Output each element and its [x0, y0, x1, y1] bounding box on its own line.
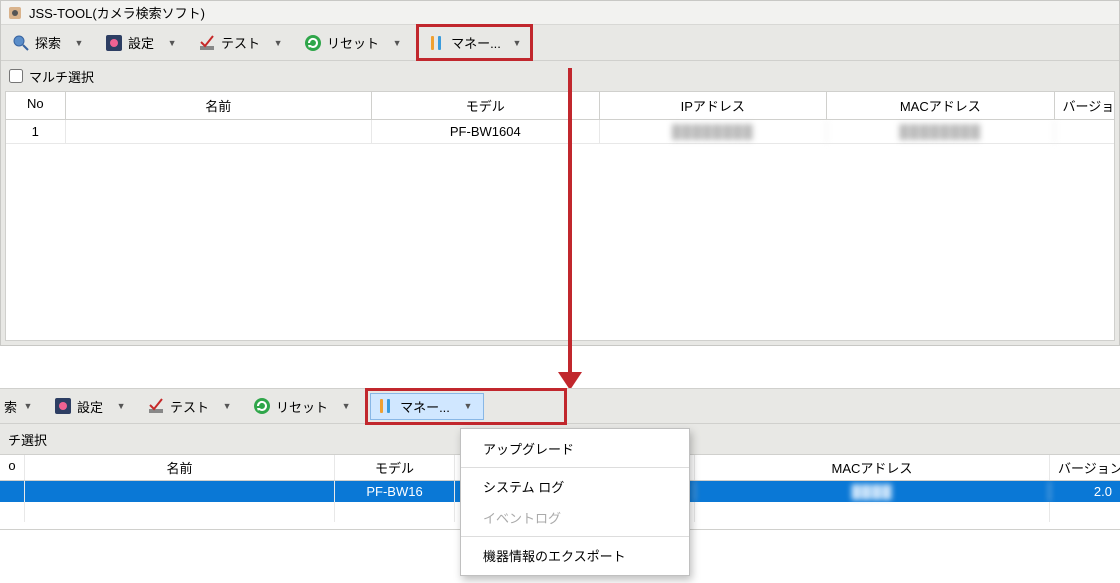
col-mac[interactable]: MACアドレス [827, 92, 1054, 119]
menu-item-syslog[interactable]: システム ログ [461, 471, 689, 502]
menu-separator [461, 467, 689, 468]
app-icon [7, 5, 23, 21]
annotation-arrow-line [568, 68, 572, 378]
search-label: 探索 [35, 33, 61, 52]
cell-name [66, 120, 373, 143]
reset-label: リセット [327, 33, 379, 52]
reset-icon [304, 34, 322, 52]
tools-icon [377, 397, 395, 415]
settings-label: 設定 [128, 33, 154, 52]
chevron-down-icon[interactable]: ▼ [269, 38, 287, 48]
col-name[interactable]: 名前 [66, 92, 373, 119]
manage-label: マネー... [451, 33, 501, 52]
col-model[interactable]: モデル [372, 92, 599, 119]
settings-button[interactable]: 設定 [98, 29, 161, 56]
chevron-down-icon[interactable]: ▼ [508, 38, 526, 48]
cell-mac: ████████ [827, 120, 1054, 143]
reset-button[interactable]: リセット [297, 29, 386, 56]
chevron-down-icon[interactable]: ▼ [19, 401, 37, 411]
cell-name [25, 481, 335, 502]
table-row[interactable]: 1 PF-BW1604 ████████ ████████ [6, 120, 1114, 144]
cell-mac-blur: ████ [695, 481, 1050, 502]
grid-header: No 名前 モデル IPアドレス MACアドレス バージョン [6, 92, 1114, 120]
cell-ip: ████████ [600, 120, 827, 143]
col-ver[interactable]: バージョン [1055, 92, 1114, 119]
check-icon [198, 34, 216, 52]
tools-icon [428, 34, 446, 52]
gear-icon [54, 397, 72, 415]
chevron-down-icon[interactable]: ▼ [337, 401, 355, 411]
toolbar-top: 探索 ▼ 設定 ▼ テスト ▼ リセット ▼ マネー... ▼ [1, 25, 1119, 61]
search-icon [12, 34, 30, 52]
settings-label: 設定 [77, 397, 103, 416]
titlebar: JSS-TOOL(カメラ検索ソフト) [1, 1, 1119, 25]
check-icon [147, 397, 165, 415]
filterbar-top: マルチ選択 [1, 61, 1119, 91]
reset-icon [253, 397, 271, 415]
multi-select-label: マルチ選択 [29, 67, 94, 86]
manage-highlight-open: マネー... ▼ [365, 388, 567, 425]
cell-no [0, 481, 25, 502]
gear-icon [105, 34, 123, 52]
col-model[interactable]: モデル [335, 455, 455, 480]
chevron-down-icon[interactable]: ▼ [388, 38, 406, 48]
chevron-down-icon[interactable]: ▼ [163, 38, 181, 48]
menu-item-upgrade[interactable]: アップグレード [461, 433, 689, 464]
col-mac[interactable]: MACアドレス [695, 455, 1050, 480]
multi-select-checkbox[interactable] [9, 69, 23, 83]
search-button[interactable]: 探索 [5, 29, 68, 56]
reset-button[interactable]: リセット [246, 393, 335, 420]
manage-button[interactable]: マネー... [421, 29, 508, 56]
test-label: テスト [170, 397, 209, 416]
test-button[interactable]: テスト [191, 29, 267, 56]
settings-button[interactable]: 設定 [47, 393, 110, 420]
menu-item-eventlog: イベントログ [461, 502, 689, 533]
results-grid: No 名前 モデル IPアドレス MACアドレス バージョン 1 PF-BW16… [5, 91, 1115, 341]
chevron-down-icon[interactable]: ▼ [112, 401, 130, 411]
manage-dropdown: アップグレード システム ログ イベントログ 機器情報のエクスポート [460, 428, 690, 576]
cell-no: 1 [6, 120, 66, 143]
cell-ver: 2.0 [1050, 481, 1120, 502]
reset-label: リセット [276, 397, 328, 416]
manage-highlight: マネー... ▼ [416, 24, 533, 61]
col-no[interactable]: No [6, 92, 66, 119]
test-button[interactable]: テスト [140, 393, 216, 420]
chevron-down-icon[interactable]: ▼ [70, 38, 88, 48]
app-title: JSS-TOOL(カメラ検索ソフト) [29, 3, 205, 22]
cell-ver [1055, 120, 1114, 143]
manage-button-open[interactable]: マネー... ▼ [370, 393, 484, 420]
col-ver[interactable]: バージョン [1050, 455, 1120, 480]
multi-select-label-partial: チ選択 [8, 430, 47, 449]
test-label: テスト [221, 33, 260, 52]
toolbar-bottom: 索 ▼ 設定 ▼ テスト ▼ リセット ▼ マネー... ▼ [0, 388, 1120, 424]
chevron-down-icon[interactable]: ▼ [218, 401, 236, 411]
col-name[interactable]: 名前 [25, 455, 335, 480]
menu-separator [461, 536, 689, 537]
cell-model: PF-BW16 [335, 481, 455, 502]
menu-item-export[interactable]: 機器情報のエクスポート [461, 540, 689, 571]
col-no[interactable]: o [0, 455, 25, 480]
chevron-down-icon[interactable]: ▼ [459, 401, 477, 411]
cell-model: PF-BW1604 [372, 120, 599, 143]
manage-label: マネー... [400, 397, 450, 416]
col-ip[interactable]: IPアドレス [600, 92, 827, 119]
search-label-partial: 索 [4, 397, 17, 416]
